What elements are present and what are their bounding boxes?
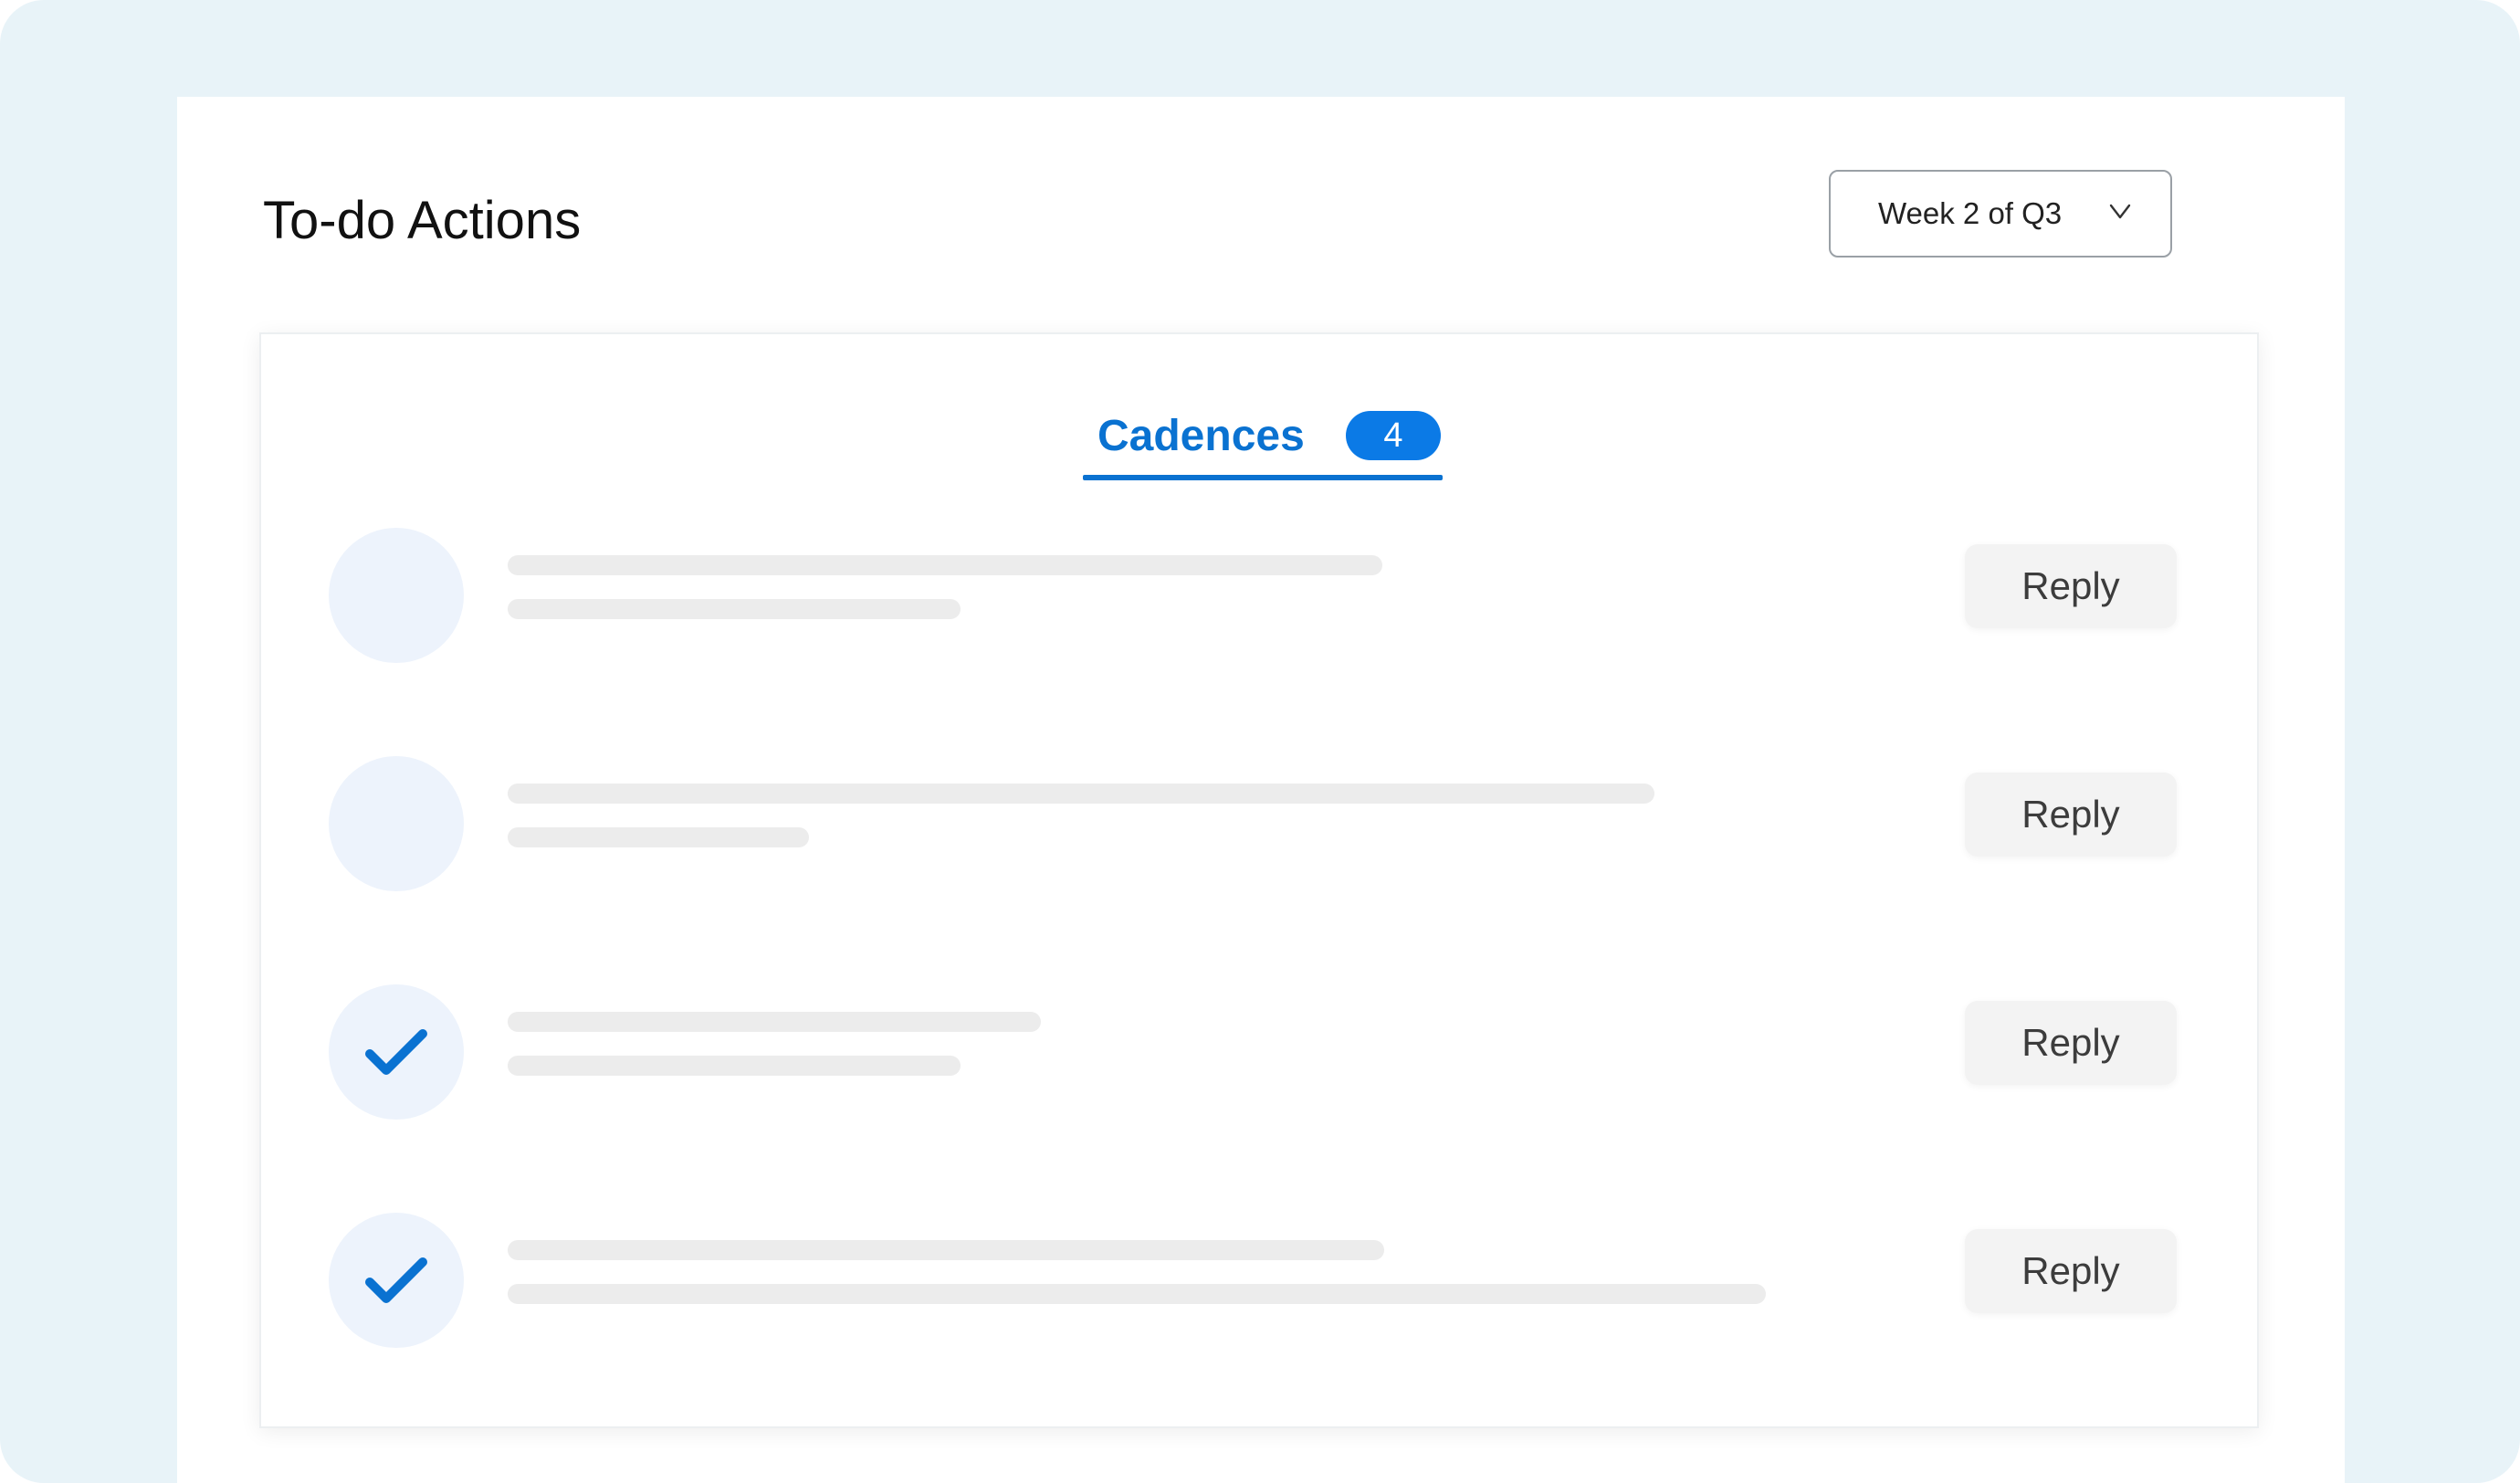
app-background: To-do Actions Week 2 of Q3 Cadences 4 Re…	[0, 0, 2520, 1483]
tab-cadences[interactable]: Cadences 4	[1083, 398, 1443, 480]
tab-cadences-count-badge: 4	[1346, 411, 1441, 460]
row-avatar-completed	[329, 984, 464, 1120]
chevron-down-icon	[2108, 199, 2132, 223]
tab-active-indicator	[1083, 475, 1443, 480]
check-icon	[364, 1255, 428, 1306]
week-select-dropdown[interactable]: Week 2 of Q3	[1829, 170, 2172, 258]
actions-card: Cadences 4 Reply Reply Reply Reply	[259, 332, 2259, 1428]
skeleton-line	[508, 827, 809, 847]
action-row: Reply	[261, 528, 2261, 665]
reply-button[interactable]: Reply	[1965, 1001, 2177, 1085]
skeleton-line	[508, 1056, 961, 1076]
check-icon	[364, 1026, 428, 1078]
skeleton-line	[508, 784, 1654, 804]
page-title: To-do Actions	[263, 191, 582, 250]
action-row: Reply	[261, 1213, 2261, 1350]
todo-panel: To-do Actions Week 2 of Q3 Cadences 4 Re…	[177, 97, 2345, 1483]
action-row: Reply	[261, 756, 2261, 893]
row-avatar-placeholder	[329, 756, 464, 891]
skeleton-line	[508, 1284, 1766, 1304]
row-avatar-completed	[329, 1213, 464, 1348]
skeleton-line	[508, 1012, 1041, 1032]
tab-cadences-label: Cadences	[1097, 412, 1305, 460]
reply-button[interactable]: Reply	[1965, 1229, 2177, 1313]
reply-button[interactable]: Reply	[1965, 544, 2177, 628]
action-row: Reply	[261, 984, 2261, 1121]
week-select-value: Week 2 of Q3	[1878, 196, 2063, 230]
skeleton-line	[508, 555, 1382, 575]
skeleton-line	[508, 1240, 1384, 1260]
row-avatar-placeholder	[329, 528, 464, 663]
skeleton-line	[508, 599, 961, 619]
reply-button[interactable]: Reply	[1965, 773, 2177, 857]
